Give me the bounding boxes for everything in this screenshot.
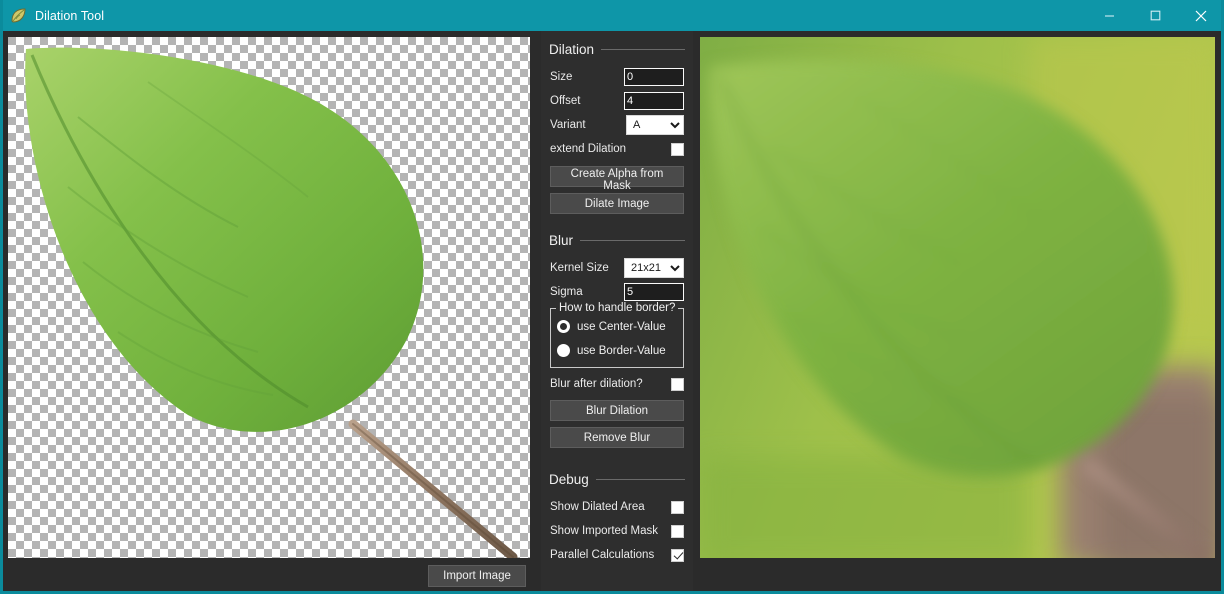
section-divider xyxy=(595,478,685,480)
result-image-preview[interactable] xyxy=(700,37,1215,558)
size-label: Size xyxy=(550,71,573,83)
section-title-dilation: Dilation xyxy=(549,41,595,57)
blur-after-dilation-label: Blur after dilation? xyxy=(550,378,643,390)
field-row-kernel-size: Kernel Size 21x21 xyxy=(550,256,684,280)
show-imported-mask-checkbox[interactable] xyxy=(671,524,684,538)
section-header-dilation: Dilation xyxy=(549,39,685,59)
show-dilated-area-label: Show Dilated Area xyxy=(550,501,645,513)
section-header-debug: Debug xyxy=(549,469,685,489)
section-header-blur: Blur xyxy=(549,230,685,250)
field-row-size: Size xyxy=(550,65,684,89)
extend-dilation-label: extend Dilation xyxy=(550,143,627,155)
source-image-preview[interactable] xyxy=(8,37,530,558)
dilate-image-button[interactable]: Dilate Image xyxy=(550,193,684,214)
radio-border-value-label: use Border-Value xyxy=(577,344,666,357)
radio-center-value-label: use Center-Value xyxy=(577,320,666,333)
show-dilated-area-checkbox[interactable] xyxy=(671,500,684,514)
radio-row-border-value[interactable]: use Border-Value xyxy=(557,340,677,361)
variant-label: Variant xyxy=(550,119,586,131)
close-button[interactable] xyxy=(1178,0,1221,31)
radio-row-center-value[interactable]: use Center-Value xyxy=(557,316,677,337)
blur-dilation-button[interactable]: Blur Dilation xyxy=(550,400,684,421)
maximize-button[interactable] xyxy=(1132,0,1178,31)
field-row-show-dilated-area: Show Dilated Area xyxy=(550,495,684,519)
remove-blur-button[interactable]: Remove Blur xyxy=(550,427,684,448)
extend-dilation-checkbox[interactable] xyxy=(671,142,684,156)
bottom-bar: Import Image Export Image Dilation done … xyxy=(3,562,1221,591)
border-handling-legend: How to handle border? xyxy=(556,302,679,314)
source-leaf-image xyxy=(8,37,530,558)
main-body: Dilation Size Offset Variant A extend Di… xyxy=(3,31,1221,591)
result-leaf-image xyxy=(700,37,1215,558)
sigma-input[interactable] xyxy=(624,283,684,301)
offset-input[interactable] xyxy=(624,92,684,110)
show-imported-mask-label: Show Imported Mask xyxy=(550,525,659,537)
minimize-button[interactable] xyxy=(1086,0,1132,31)
field-row-show-imported-mask: Show Imported Mask xyxy=(550,519,684,543)
offset-label: Offset xyxy=(550,95,581,107)
parallel-calculations-label: Parallel Calculations xyxy=(550,549,655,561)
control-panel: Dilation Size Offset Variant A extend Di… xyxy=(541,31,693,591)
field-row-extend-dilation: extend Dilation xyxy=(550,137,684,161)
parallel-calculations-checkbox[interactable] xyxy=(671,548,684,562)
title-bar: Dilation Tool xyxy=(3,0,1221,31)
import-image-button[interactable]: Import Image xyxy=(428,565,526,587)
field-row-sigma: Sigma xyxy=(550,280,684,304)
kernel-size-label: Kernel Size xyxy=(550,262,609,274)
field-row-variant: Variant A xyxy=(550,113,684,137)
size-input[interactable] xyxy=(624,68,684,86)
field-row-blur-after-dilation: Blur after dilation? xyxy=(550,372,684,396)
create-alpha-from-mask-button[interactable]: Create Alpha from Mask xyxy=(550,166,684,192)
field-row-offset: Offset xyxy=(550,89,684,113)
leaf-icon xyxy=(9,7,27,25)
section-divider xyxy=(601,48,685,50)
window-controls xyxy=(1086,0,1221,31)
radio-center-value[interactable] xyxy=(557,320,570,333)
radio-border-value[interactable] xyxy=(557,344,570,357)
section-title-debug: Debug xyxy=(549,471,589,487)
section-title-blur: Blur xyxy=(549,232,574,248)
window-title: Dilation Tool xyxy=(35,8,105,23)
border-handling-group: How to handle border? use Center-Value u… xyxy=(550,302,684,368)
kernel-size-select[interactable]: 21x21 xyxy=(624,258,684,278)
sigma-label: Sigma xyxy=(550,286,583,298)
variant-select[interactable]: A xyxy=(626,115,684,135)
application-window: Dilation Tool Dilation Size 0 Offset 4 V… xyxy=(0,0,1224,594)
section-divider xyxy=(580,239,685,241)
blur-after-dilation-checkbox[interactable] xyxy=(671,377,684,391)
